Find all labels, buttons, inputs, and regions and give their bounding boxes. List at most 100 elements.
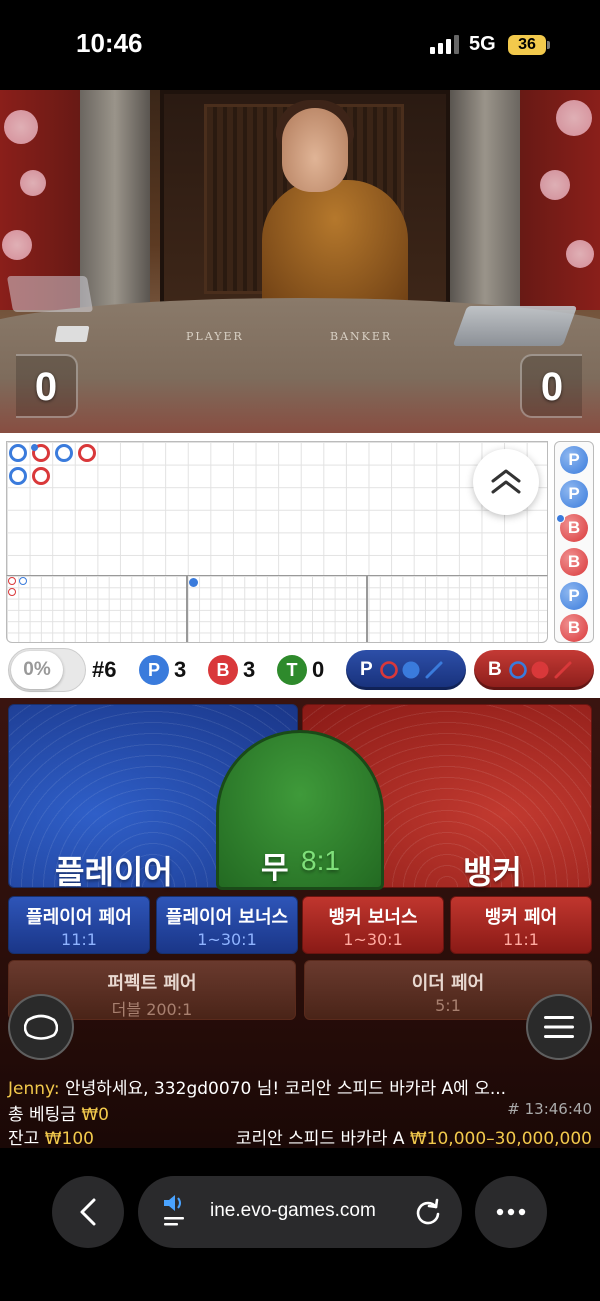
either-pair-label: 이더 페어 <box>411 973 485 994</box>
round-timestamp: # 13:46:40 <box>507 1100 592 1118</box>
table-icon <box>24 1014 58 1040</box>
banker-bonus-button[interactable]: 뱅커 보너스 1~30:1 <box>302 896 444 954</box>
player-score: 0 <box>16 354 78 418</box>
menu-button[interactable] <box>526 994 592 1060</box>
player-pair-odds: 11:1 <box>61 930 97 949</box>
live-video: PLAYER BANKER <box>0 90 600 433</box>
banker-pair-odds: 11:1 <box>503 930 539 949</box>
player-pair-label: 플레이어 페어 <box>26 907 132 928</box>
dealer-body <box>262 180 408 310</box>
reload-icon[interactable] <box>414 1198 442 1226</box>
banker-count: 3 <box>243 657 256 682</box>
perfect-pair-label: 퍼펙트 페어 <box>107 973 197 994</box>
blossom <box>4 110 38 144</box>
player-count: 3 <box>174 657 187 682</box>
chip-tray-button[interactable] <box>8 994 74 1060</box>
table-banker-label: BANKER <box>330 330 393 343</box>
banker-count-badge: B <box>208 655 238 685</box>
chat-user: Jenny: <box>8 1079 60 1099</box>
signal-icon <box>430 35 459 54</box>
network-type: 5G <box>469 33 496 55</box>
road-mark-player <box>9 467 27 485</box>
banker-bonus-odds: 1~30:1 <box>343 930 403 949</box>
more-button[interactable] <box>475 1176 547 1248</box>
player-pair-button[interactable]: 플레이어 페어 11:1 <box>8 896 150 954</box>
player-bet-label: 플레이어 <box>55 853 173 891</box>
player-bonus-odds: 1~30:1 <box>197 930 257 949</box>
chat-message: Jenny: 안녕하세요, 332gd0070 님! 코리안 스피드 바카라 A… <box>8 1074 506 1099</box>
big-road[interactable] <box>6 441 548 576</box>
road-mark-banker <box>78 444 96 462</box>
banker-predict-label: B <box>488 659 502 680</box>
banker-pair-button[interactable]: 뱅커 페어 11:1 <box>450 896 592 954</box>
road-divider <box>186 576 188 642</box>
battery-icon: 36 <box>508 35 546 55</box>
percent-toggle[interactable]: 0% <box>8 648 86 692</box>
blossom <box>566 240 594 268</box>
player-predict-label: P <box>360 659 373 680</box>
predict-icons <box>508 661 572 679</box>
percent-value: 0% <box>11 651 63 689</box>
total-bet-row: 총 베팅금 ₩0 <box>8 1100 109 1125</box>
tie-count: 0 <box>312 657 325 682</box>
balance-row: 잔고 ₩100 <box>8 1124 94 1149</box>
chevron-double-up-icon <box>491 469 521 494</box>
pillar-right <box>450 90 520 310</box>
expand-roadmap-button[interactable] <box>473 449 539 515</box>
blossom <box>556 100 592 136</box>
player-bonus-button[interactable]: 플레이어 보너스 1~30:1 <box>156 896 298 954</box>
bead-road[interactable]: P P B B P B <box>554 441 594 643</box>
betting-area: 플레이어 뱅커 무 8:1 플레이어 페어 11:1 플레이어 보너스 1~30… <box>0 698 600 1149</box>
table-info-row: 코리안 스피드 바카라 A ₩10,000–30,000,000 <box>236 1124 592 1149</box>
discard-tray <box>6 276 94 312</box>
blossom <box>2 230 32 260</box>
tie-bet-label: 무 <box>261 851 289 886</box>
total-bet-label: 총 베팅금 <box>8 1105 76 1125</box>
cards <box>54 326 90 342</box>
pillar-left <box>80 90 150 310</box>
banker-bet-label: 뱅커 <box>463 853 522 891</box>
bead-player: P <box>560 582 588 610</box>
bead-banker: B <box>560 548 588 576</box>
banker-pair-label: 뱅커 페어 <box>484 907 558 928</box>
road-mark-banker <box>32 467 50 485</box>
blossom <box>20 170 46 196</box>
bet-limits: ₩10,000–30,000,000 <box>409 1129 592 1149</box>
hamburger-icon <box>544 1016 574 1038</box>
total-bet-value: ₩0 <box>81 1105 109 1125</box>
chat-text: 안녕하세요, 332gd0070 님! 코리안 스피드 바카라 A에 오... <box>64 1079 507 1099</box>
back-button[interactable] <box>52 1176 124 1248</box>
stats-bar: 0% #6 P 3 B 3 T 0 P B <box>0 645 600 698</box>
browser-toolbar: ine.evo-games.com <box>0 1148 600 1301</box>
big-eye-mark <box>8 588 16 596</box>
balance-label: 잔고 <box>8 1129 40 1149</box>
road-mark-player <box>55 444 73 462</box>
player-predict-button[interactable]: P <box>346 650 466 690</box>
pair-dot <box>31 444 38 451</box>
pair-dot <box>556 514 565 523</box>
big-eye-mark <box>8 577 16 585</box>
balance-value: ₩100 <box>44 1129 94 1149</box>
round-number: #6 <box>92 657 117 682</box>
bead-banker: B <box>560 614 588 642</box>
banker-predict-button[interactable]: B <box>474 650 594 690</box>
banker-score: 0 <box>520 354 582 418</box>
table-name: 코리안 스피드 바카라 A <box>235 1129 405 1149</box>
big-eye-mark <box>19 577 27 585</box>
road-mark-player <box>9 444 27 462</box>
url-text: ine.evo-games.com <box>210 1200 376 1221</box>
card-shoe <box>452 306 578 346</box>
table-player-label: PLAYER <box>186 330 244 343</box>
address-bar[interactable]: ine.evo-games.com <box>138 1176 462 1248</box>
player-bonus-label: 플레이어 보너스 <box>165 907 289 928</box>
derived-roads[interactable] <box>6 575 548 643</box>
tie-count-badge: T <box>277 655 307 685</box>
blossom <box>540 170 570 200</box>
road-divider <box>366 576 368 642</box>
tie-bet-spot[interactable]: 무 8:1 <box>216 730 384 890</box>
banker-bonus-label: 뱅커 보너스 <box>328 907 418 928</box>
small-road-mark <box>189 578 198 587</box>
reader-speaker-icon <box>164 1195 184 1226</box>
predict-icons <box>379 661 443 679</box>
bead-player: P <box>560 480 588 508</box>
